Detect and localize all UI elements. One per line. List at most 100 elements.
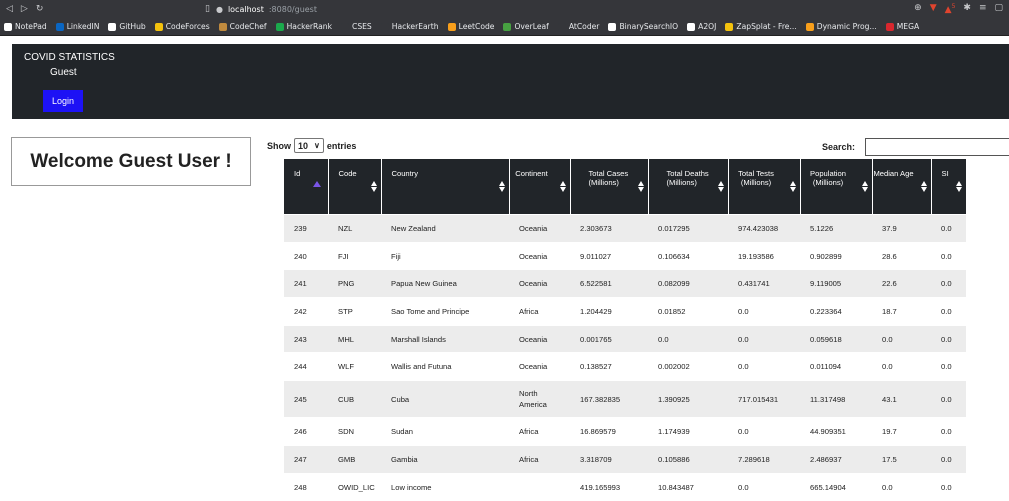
info-icon: ●: [215, 4, 223, 14]
column-header[interactable]: Country: [381, 159, 510, 215]
column-header[interactable]: Total Tests (Millions): [728, 159, 801, 215]
table-cell: 419.165993: [570, 472, 648, 501]
table-row[interactable]: 242 STP Sao Tome and Principe Africa 1.20442…: [284, 297, 966, 326]
bookmark-favicon-icon: [218, 22, 227, 31]
bookmark-item[interactable]: CSES: [341, 22, 372, 31]
table-cell: Marshall Islands: [381, 324, 509, 353]
back-icon[interactable]: ◁: [6, 4, 13, 14]
column-header[interactable]: Median Age: [872, 159, 932, 215]
bookmark-label: BinarySearchIO: [619, 22, 679, 31]
table-cell: PNG: [328, 269, 381, 298]
table-cell: 0.223364: [800, 297, 872, 326]
table-cell: 0.0: [931, 444, 966, 473]
bookmark-item[interactable]: OverLeaf: [503, 22, 549, 31]
bookmark-label: HackerRank: [286, 22, 333, 31]
bookmark-item[interactable]: MEGA: [885, 22, 919, 31]
table-cell: CUB: [328, 380, 381, 418]
forward-icon[interactable]: ▷: [21, 4, 28, 14]
table-row[interactable]: 248 OWID_LIC Low income 419.165993 10.843487…: [284, 472, 966, 501]
table-row[interactable]: 245 CUB Cuba North America 167.382835 1.39092…: [284, 380, 966, 418]
welcome-card: Welcome Guest User !: [11, 137, 251, 186]
brave-shield-icon[interactable]: ▼: [930, 3, 937, 15]
bookmark-favicon-icon: [885, 22, 894, 31]
table-row[interactable]: 246 SDN Sudan Africa 16.869579 1.174939 0.0 44.…: [284, 417, 966, 446]
bookmark-label: AtCoder: [568, 22, 600, 31]
column-header[interactable]: Id: [284, 159, 329, 215]
column-header-label: Country: [391, 169, 419, 178]
menu-icon[interactable]: ≡: [979, 3, 987, 15]
bookmark-label: HackerEarth: [391, 22, 439, 31]
entries-select[interactable]: 10 ∨: [294, 138, 324, 153]
table-row[interactable]: 240 FJI Fiji Oceania 9.011027 0.106634 19.1935…: [284, 241, 966, 270]
bookmark-item[interactable]: CodeChef: [218, 22, 267, 31]
column-header-label: Total Cases (Millions): [588, 169, 629, 187]
address-bar[interactable]: ● localhost:8080/guest: [216, 5, 816, 14]
table-row[interactable]: 243 MHL Marshall Islands Oceania 0.001765 0.0…: [284, 324, 966, 353]
column-header[interactable]: Total Cases (Millions): [570, 159, 649, 215]
table-row[interactable]: 247 GMB Gambia Africa 3.318709 0.105886 7.2896…: [284, 444, 966, 473]
table-cell: 0.0: [728, 352, 800, 381]
search-input[interactable]: [865, 138, 1009, 156]
table-cell: 239: [284, 214, 328, 243]
table-row[interactable]: 244 WLF Wallis and Futuna Oceania 0.138527 0.…: [284, 352, 966, 381]
bookmark-item[interactable]: LinkedIN: [55, 22, 99, 31]
entries-value: 10: [298, 140, 309, 151]
column-header-label: Population (Millions): [810, 169, 846, 187]
bookmark-favicon-icon: [380, 22, 389, 31]
table-cell: 16.869579: [570, 417, 648, 446]
sort-icon: [920, 181, 927, 193]
bookmark-item[interactable]: HackerEarth: [380, 22, 439, 31]
table-row[interactable]: 239 NZL New Zealand Oceania 2.303673 0.017295…: [284, 214, 966, 243]
bookmark-favicon-icon: [341, 22, 350, 31]
bookmark-item[interactable]: A2OJ: [687, 22, 716, 31]
table-cell: Africa: [509, 417, 570, 446]
table-cell: 0.105886: [648, 444, 728, 473]
bookmark-item[interactable]: AtCoder: [557, 22, 600, 31]
column-header[interactable]: Continent: [509, 159, 571, 215]
bookmark-favicon-icon: [725, 22, 734, 31]
search-control: Search:: [822, 138, 1009, 156]
reload-icon[interactable]: ↻: [36, 4, 44, 14]
bookmark-favicon-icon: [608, 22, 617, 31]
table-cell: 43.1: [872, 380, 931, 418]
table-cell: 1.390925: [648, 380, 728, 418]
zoom-icon[interactable]: ⊕: [914, 3, 922, 15]
table-cell: FJI: [328, 241, 381, 270]
bookmark-label: CodeChef: [229, 22, 267, 31]
browser-toolbar: ◁ ▷ ↻ ▯ ● localhost:8080/guest ⊕ ▼ ▲5 ✱ …: [0, 0, 1009, 18]
table-row[interactable]: 241 PNG Papua New Guinea Oceania 6.522581 0.0…: [284, 269, 966, 298]
table-cell: SDN: [328, 417, 381, 446]
column-header-label: Total Tests (Millions): [738, 169, 774, 187]
table-cell: 9.119005: [800, 269, 872, 298]
table-cell: 0.0: [872, 472, 931, 501]
table-cell: 44.909351: [800, 417, 872, 446]
entries-label: entries: [326, 140, 357, 151]
bookmark-page-icon[interactable]: ▯: [205, 4, 210, 14]
column-header-label: Id: [294, 169, 301, 178]
table-cell: North America: [509, 380, 570, 418]
rewards-icon[interactable]: ▲5: [945, 3, 956, 15]
window-icon[interactable]: ▢: [994, 3, 1003, 15]
table-cell: 37.9: [872, 214, 931, 243]
bookmark-label: GitHub: [119, 22, 146, 31]
bookmark-item[interactable]: LeetCode: [447, 22, 494, 31]
login-button[interactable]: Login: [43, 90, 83, 112]
bookmark-item[interactable]: BinarySearchIO: [608, 22, 678, 31]
bookmark-favicon-icon: [687, 22, 696, 31]
table-cell: 0.002002: [648, 352, 728, 381]
bookmark-item[interactable]: Dynamic Prog...: [805, 22, 877, 31]
table-cell: WLF: [328, 352, 381, 381]
bookmark-item[interactable]: GitHub: [108, 22, 146, 31]
url-host: localhost: [227, 4, 264, 14]
column-header[interactable]: SI: [931, 159, 967, 215]
table-cell: 246: [284, 417, 328, 446]
table-cell: 3.318709: [570, 444, 648, 473]
bookmark-item[interactable]: HackerRank: [275, 22, 333, 31]
column-header[interactable]: Total Deaths (Millions): [648, 159, 729, 215]
column-header[interactable]: Code: [328, 159, 382, 215]
bookmark-item[interactable]: CodeForces: [154, 22, 210, 31]
column-header[interactable]: Population (Millions): [800, 159, 873, 215]
bookmark-item[interactable]: ZapSplat - Fre...: [725, 22, 797, 31]
extension-icon[interactable]: ✱: [963, 3, 971, 15]
bookmark-item[interactable]: NotePad: [4, 22, 47, 31]
